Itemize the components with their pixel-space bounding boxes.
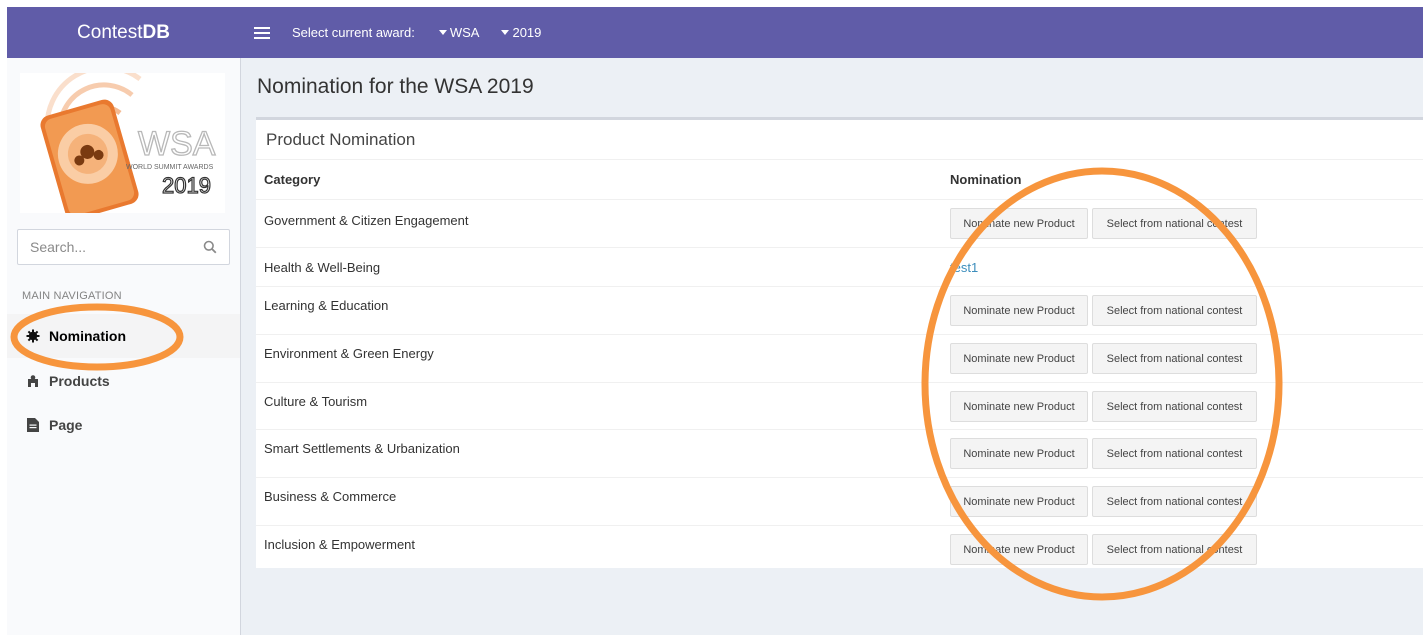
nominate-new-product-button[interactable]: Nominate new Product [950,438,1088,469]
award-dropdown-value: WSA [449,25,480,40]
hamburger-menu-icon[interactable] [254,26,270,39]
table-row: Smart Settlements & Urbanization Nominat… [256,429,1423,477]
select-from-national-contest-button[interactable]: Select from national contest [1092,534,1257,565]
caret-down-icon [438,30,447,35]
award-dropdown[interactable]: WSA [438,25,480,40]
wsa-logo-graphic: WSA WORLD SUMMIT AWARDS 2019 [40,64,216,220]
year-dropdown-value: 2019 [512,25,542,40]
table-header: Category Nomination [256,160,1423,199]
select-from-national-contest-button[interactable]: Select from national contest [1092,486,1257,517]
sidebar: WSA WORLD SUMMIT AWARDS 2019 Search... M… [7,58,241,635]
sidebar-item-label: Nomination [49,328,126,344]
year-dropdown[interactable]: 2019 [501,25,541,40]
search-placeholder: Search... [30,239,87,255]
nominate-new-product-button[interactable]: Nominate new Product [950,295,1088,326]
nominate-new-product-button[interactable]: Nominate new Product [950,391,1088,422]
nominate-new-product-button[interactable]: Nominate new Product [950,486,1088,517]
category-name: Health & Well-Being [264,260,381,275]
table-row: Learning & Education Nominate new Produc… [256,286,1423,334]
table-row: Business & Commerce Nominate new Product… [256,477,1423,525]
category-name: Smart Settlements & Urbanization [264,441,460,456]
table-row: Environment & Green Energy Nominate new … [256,334,1423,382]
sidebar-item-products[interactable]: Products [7,359,240,403]
table-row: Government & Citizen Engagement Nominate… [256,199,1423,247]
logo-subtitle: WORLD SUMMIT AWARDS [126,164,214,171]
brand-logo[interactable]: Contest DB [7,7,240,58]
category-name: Business & Commerce [264,489,397,504]
select-from-national-contest-button[interactable]: Select from national contest [1092,295,1257,326]
sidebar-item-label: Page [49,417,83,433]
wsa-logo: WSA WORLD SUMMIT AWARDS 2019 [20,64,225,220]
caret-down-icon [501,30,510,35]
select-from-national-contest-button[interactable]: Select from national contest [1092,438,1257,469]
nominated-product-link[interactable]: test1 [950,260,978,275]
column-header-category: Category [264,172,321,187]
category-name: Learning & Education [264,298,389,313]
top-navbar: Contest DB Select current award: WSA 2019 [7,7,1423,58]
product-nomination-box: Product Nomination Category Nomination G… [256,117,1423,568]
select-from-national-contest-button[interactable]: Select from national contest [1092,391,1257,422]
category-name: Culture & Tourism [264,394,368,409]
nominate-new-product-button[interactable]: Nominate new Product [950,208,1088,239]
sidebar-item-nomination[interactable]: Nomination [7,314,240,358]
table-row: Culture & Tourism Nominate new Product S… [256,382,1423,429]
main-content: Nomination for the WSA 2019 Product Nomi… [241,58,1423,635]
file-icon [25,417,41,433]
nominate-new-product-button[interactable]: Nominate new Product [950,343,1088,374]
sidebar-item-label: Products [49,373,110,389]
table-row: Health & Well-Being test1 [256,247,1423,286]
puzzle-icon [25,373,41,389]
brand-bold: DB [142,21,170,43]
app-window: Contest DB Select current award: WSA 2019 [0,0,1423,635]
nominate-new-product-button[interactable]: Nominate new Product [950,534,1088,565]
brand-light: Contest [77,21,143,43]
category-name: Environment & Green Energy [264,346,434,361]
logo-year: 2019 [162,173,211,198]
select-from-national-contest-button[interactable]: Select from national contest [1092,343,1257,374]
nav-header: MAIN NAVIGATION [22,290,122,302]
box-title: Product Nomination [256,120,1423,160]
sidebar-item-page[interactable]: Page [7,403,240,447]
award-label: Select current award: [292,25,415,40]
select-from-national-contest-button[interactable]: Select from national contest [1092,208,1257,239]
table-row: Inclusion & Empowerment Nominate new Pro… [256,525,1423,571]
category-name: Inclusion & Empowerment [264,537,416,552]
logo-word: WSA [138,125,216,163]
gear-icon [25,328,41,344]
search-input[interactable]: Search... [17,229,230,265]
page-title: Nomination for the WSA 2019 [257,75,534,98]
search-icon[interactable] [203,240,217,254]
column-header-nomination: Nomination [950,172,1022,187]
category-name: Government & Citizen Engagement [264,213,469,228]
